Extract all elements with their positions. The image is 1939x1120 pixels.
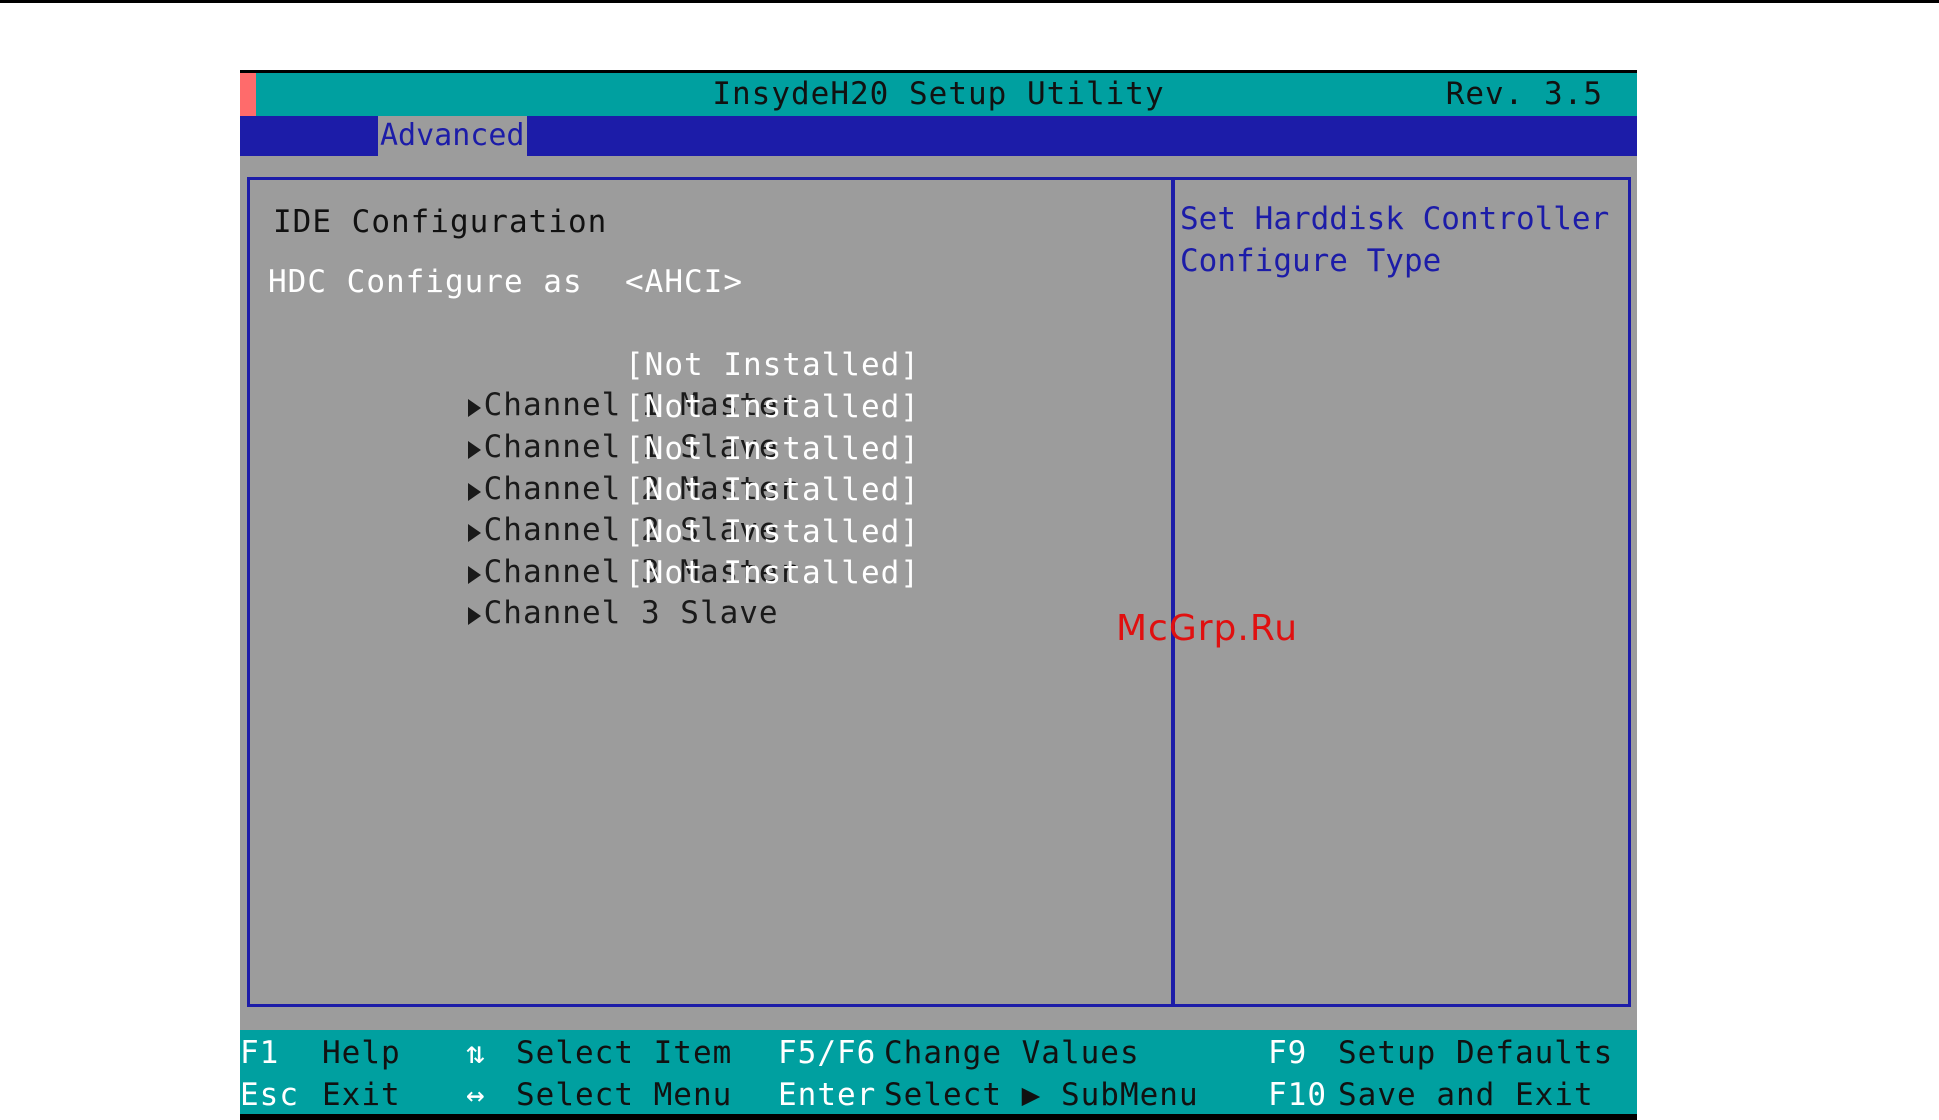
- esc-key-label: Esc: [240, 1077, 299, 1113]
- status-bar: F1 Help Esc Exit ⇅ Select Item ↔ Select …: [240, 1030, 1637, 1120]
- esc-desc: Exit: [322, 1077, 401, 1113]
- left-right-arrows-icon: ↔: [466, 1077, 486, 1113]
- watermark: McGrp.Ru: [1116, 608, 1299, 649]
- select-menu-desc: Select Menu: [516, 1077, 733, 1113]
- channel-status: [Not Installed]: [625, 514, 920, 550]
- f9-key-label: F9: [1268, 1035, 1308, 1071]
- top-rule: [0, 0, 1939, 3]
- select-item-desc: Select Item: [516, 1035, 733, 1071]
- bios-screen: InsydeH20 Setup Utility Rev. 3.5 Advance…: [240, 70, 1637, 1120]
- channel-status: [Not Installed]: [625, 389, 920, 425]
- revision-label: Rev. 3.5: [1445, 76, 1603, 112]
- page-title: IDE Configuration: [273, 204, 608, 240]
- submenu-arrow-icon: [467, 607, 481, 625]
- settings-panel: IDE Configuration HDC Configure as <AHCI…: [247, 177, 1175, 1007]
- channel-status: [Not Installed]: [625, 555, 920, 591]
- tab-advanced[interactable]: Advanced: [378, 116, 527, 156]
- setup-defaults-desc: Setup Defaults: [1338, 1035, 1614, 1071]
- channel-status: [Not Installed]: [625, 431, 920, 467]
- hdc-configure-label: HDC Configure as: [268, 264, 583, 300]
- f1-key-label: F1: [240, 1035, 280, 1071]
- up-down-arrows-icon: ⇅: [466, 1035, 486, 1071]
- select-submenu-desc: Select ▶ SubMenu: [884, 1077, 1199, 1113]
- title-bar: InsydeH20 Setup Utility Rev. 3.5: [240, 70, 1637, 116]
- menu-bar: Advanced: [240, 116, 1637, 156]
- f10-key-label: F10: [1268, 1077, 1327, 1113]
- app-title: InsydeH20 Setup Utility: [712, 76, 1165, 112]
- help-text: Set Harddisk Controller Configure Type: [1180, 201, 1610, 279]
- channel-status: [Not Installed]: [625, 347, 920, 383]
- channel-status: [Not Installed]: [625, 472, 920, 508]
- f1-desc: Help: [322, 1035, 401, 1071]
- help-panel: Set Harddisk Controller Configure Type: [1171, 177, 1631, 1007]
- save-exit-desc: Save and Exit: [1338, 1077, 1594, 1113]
- channel-label: Channel 3 Slave: [483, 595, 779, 631]
- enter-key-label: Enter: [778, 1077, 877, 1113]
- f5f6-key-label: F5/F6: [778, 1035, 877, 1071]
- hdc-configure-value[interactable]: <AHCI>: [625, 262, 743, 302]
- change-values-desc: Change Values: [884, 1035, 1140, 1071]
